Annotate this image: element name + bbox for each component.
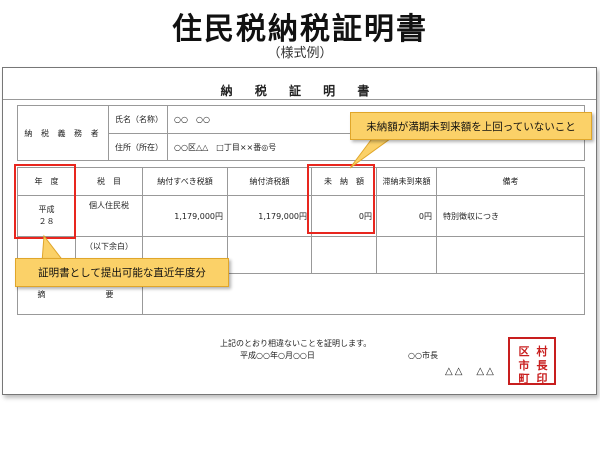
callout-pointers <box>41 127 407 263</box>
year-callout: 証明書として提出可能な直近年度分 <box>15 258 229 287</box>
unpaid-callout: 未納額が満期未到来額を上回っていないこと <box>350 112 592 140</box>
